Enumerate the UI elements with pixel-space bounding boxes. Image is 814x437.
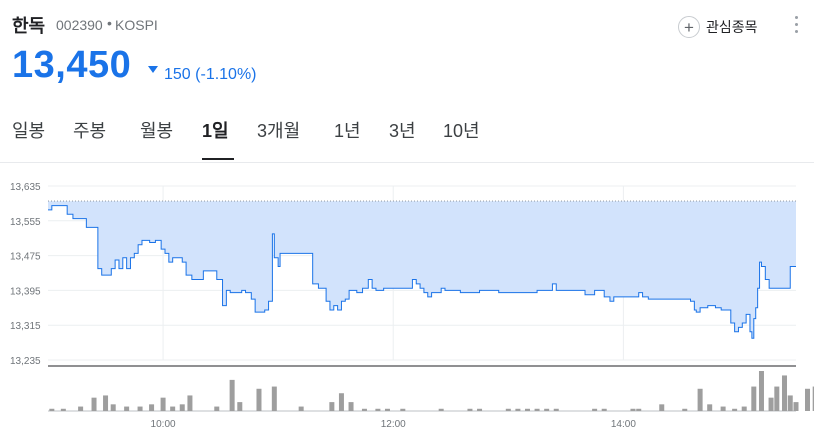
volume-bar — [741, 406, 747, 411]
volume-bar — [505, 408, 511, 411]
volume-bar — [438, 408, 444, 411]
volume-bar — [149, 404, 155, 411]
volume-bar — [774, 386, 780, 411]
volume-bar — [707, 404, 713, 411]
price-chart[interactable]: 13,635 13,555 13,475 13,395 13,315 13,235 10:0… — [0, 0, 814, 437]
x-tick-label: 10:00 — [151, 419, 176, 430]
volume-bar — [137, 406, 143, 411]
volume-bar — [329, 402, 335, 411]
volume-bar — [636, 408, 642, 411]
volume-bar — [793, 402, 799, 411]
y-tick-label: 13,395 — [10, 286, 41, 297]
volume-bar — [375, 408, 381, 411]
volume-bar — [60, 408, 66, 411]
x-tick-label: 14:00 — [611, 419, 636, 430]
volume-bar — [544, 408, 550, 411]
volume-bar — [477, 408, 483, 411]
volume-bar — [781, 375, 787, 411]
volume-bar — [805, 388, 811, 411]
y-tick-label: 13,315 — [10, 321, 41, 332]
volume-bar — [553, 408, 559, 411]
volume-bar — [187, 395, 193, 411]
volume-bar — [768, 397, 774, 411]
volume-bar — [170, 406, 176, 411]
volume-bar — [682, 408, 688, 411]
volume-bar — [720, 406, 726, 411]
volume-bar — [400, 408, 406, 411]
volume-bar — [630, 408, 636, 411]
volume-bar — [348, 402, 354, 411]
volume-bar — [592, 408, 598, 411]
volume-bar — [384, 408, 390, 411]
volume-bar — [271, 386, 277, 411]
volume-bar — [361, 408, 367, 411]
x-tick-label: 12:00 — [381, 419, 406, 430]
volume-bar — [179, 404, 185, 411]
volume-bar — [160, 397, 166, 411]
volume-bar — [237, 402, 243, 411]
volume-bar — [524, 408, 530, 411]
volume-bar — [697, 388, 703, 411]
volume-bar — [110, 404, 116, 411]
y-tick-label: 13,635 — [10, 182, 41, 193]
volume-bar — [78, 406, 84, 411]
volume-bar — [515, 408, 521, 411]
volume-bar — [103, 395, 109, 411]
volume-bar — [214, 406, 220, 411]
y-tick-label: 13,475 — [10, 252, 41, 263]
volume-bar — [91, 397, 97, 411]
volume-bar — [758, 371, 764, 411]
volume-bar — [49, 408, 55, 411]
price-area-fill — [48, 201, 796, 339]
volume-bar — [298, 406, 304, 411]
volume-bar — [256, 388, 262, 411]
volume-bar — [229, 379, 235, 411]
volume-bar — [659, 404, 665, 411]
volume-bar — [601, 408, 607, 411]
volume-bar — [534, 408, 540, 411]
y-tick-label: 13,235 — [10, 356, 41, 367]
volume-bar — [787, 395, 793, 411]
volume-bar — [338, 393, 344, 411]
y-tick-label: 13,555 — [10, 217, 41, 228]
volume-bar — [751, 386, 757, 411]
volume-bar — [124, 406, 130, 411]
volume-bar — [467, 408, 473, 411]
volume-bar — [732, 408, 738, 411]
